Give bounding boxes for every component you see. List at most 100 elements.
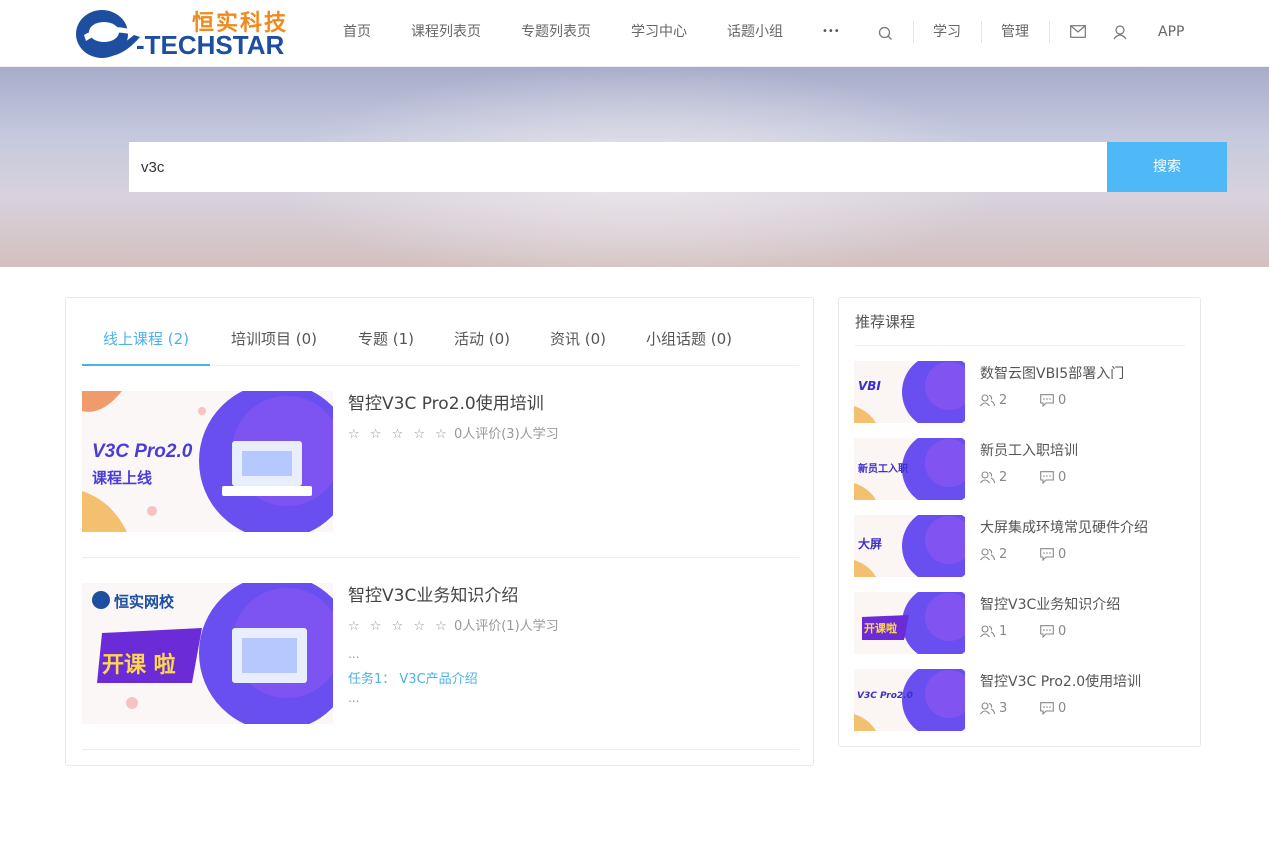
cover-title-text: V3C Pro2.0 [92,441,193,462]
comment-icon [1040,394,1054,408]
search-input[interactable] [129,142,1107,192]
recommended-course-thumbnail[interactable]: 开课啦 [854,592,965,654]
recommended-course-item[interactable]: 新员工入职 新员工入职培训 2 0 [854,438,1184,500]
review-count: 0人评价 [453,619,502,634]
recommended-course-thumbnail[interactable]: 大屏 [854,515,965,577]
users-icon [980,394,996,407]
nav-divider [981,21,982,43]
user-icon[interactable] [1113,25,1127,40]
course-item: 恒实网校 开课 啦 智控V3C业务知识介绍 ☆ ☆ ☆ ☆ ☆ 0人评价(1)人… [82,583,799,750]
student-count: 1 [980,624,1007,639]
student-count-value: 3 [999,701,1008,716]
site-logo[interactable]: 恒实科技 -TECHSTAR [74,5,300,61]
course-item: V3C Pro2.0 课程上线 智控V3C Pro2.0使用培训 ☆ ☆ ☆ ☆… [82,391,799,558]
course-title[interactable]: 智控V3C业务知识介绍 [348,581,518,606]
nav-divider [913,21,914,43]
nav-app-button[interactable]: APP [1158,0,1184,64]
student-count-value: 2 [999,470,1008,485]
student-count-value: 2 [999,547,1008,562]
recommended-course-item[interactable]: V3C Pro2.0 智控V3C Pro2.0使用培训 3 0 [854,669,1184,731]
student-count: 2 [980,393,1007,408]
task-link[interactable]: 任务1： V3C产品介绍 [348,668,478,687]
nav-divider [1049,21,1050,43]
comment-count: 0 [1040,393,1066,408]
tab-group-topics[interactable]: 小组话题 (0) [646,298,732,366]
learner-count: (3)人学习 [501,427,559,442]
excerpt-ellipsis: ... [348,691,360,705]
recommended-course-item[interactable]: 大屏 大屏集成环境常见硬件介绍 2 0 [854,515,1184,577]
search-button[interactable]: 搜索 [1107,142,1227,192]
cover-text: V3C Pro2.0 [857,691,913,701]
result-tabs: 线上课程 (2) 培训项目 (0) 专题 (1) 活动 (0) 资讯 (0) 小… [82,298,799,366]
recommended-course-item[interactable]: 开课啦 智控V3C业务知识介绍 1 0 [854,592,1184,654]
nav-more-button[interactable]: ••• [822,0,840,64]
cover-subtitle-text: 课程上线 [92,469,153,487]
comment-icon [1040,702,1054,716]
comment-count: 0 [1040,624,1066,639]
course-rating: ☆ ☆ ☆ ☆ ☆ 0人评价(3)人学习 [348,423,559,442]
course-thumbnail[interactable]: 恒实网校 开课 啦 [82,583,333,724]
rating-stars: ☆ ☆ ☆ ☆ ☆ [348,619,450,634]
search-icon[interactable] [878,26,893,41]
nav-home[interactable]: 首页 [343,0,371,64]
recommended-course-thumbnail[interactable]: VBI [854,361,965,423]
comment-count-value: 0 [1058,393,1067,408]
nav-topic-list[interactable]: 专题列表页 [521,0,591,64]
active-tab-indicator [82,364,210,366]
recommended-courses-panel: 推荐课程 VBI 数智云图VBI5部署入门 2 0 新员工入职 新员工入职培训 … [838,297,1201,747]
recommended-course-title[interactable]: 智控V3C Pro2.0使用培训 [980,671,1141,691]
comment-icon [1040,548,1054,562]
logo-e-icon [76,10,140,58]
comment-count: 0 [1040,547,1066,562]
cover-school-text: 恒实网校 [114,593,175,611]
comment-count: 0 [1040,470,1066,485]
mail-icon[interactable] [1070,25,1086,38]
tab-online-courses[interactable]: 线上课程 (2) [103,298,189,366]
recommended-course-item[interactable]: VBI 数智云图VBI5部署入门 2 0 [854,361,1184,423]
nav-topic-groups[interactable]: 话题小组 [727,0,783,64]
recommended-course-title[interactable]: 智控V3C业务知识介绍 [980,594,1120,614]
recommended-course-thumbnail[interactable]: V3C Pro2.0 [854,669,965,731]
student-count: 2 [980,547,1007,562]
student-count: 3 [980,701,1007,716]
course-title[interactable]: 智控V3C Pro2.0使用培训 [348,389,544,414]
cover-text: 新员工入职 [858,464,908,475]
student-count-value: 1 [999,624,1008,639]
users-icon [980,548,996,561]
tab-training-projects[interactable]: 培训项目 (0) [231,298,317,366]
cover-text: 大屏 [858,537,883,551]
comment-icon [1040,625,1054,639]
comment-icon [1040,471,1054,485]
recommended-course-title[interactable]: 大屏集成环境常见硬件介绍 [980,517,1148,537]
tab-news[interactable]: 资讯 (0) [550,298,606,366]
student-count: 2 [980,470,1007,485]
course-thumbnail[interactable]: V3C Pro2.0 课程上线 [82,391,333,532]
nav-study-button[interactable]: 学习 [933,0,961,64]
cover-text: 开课啦 [864,622,897,635]
course-rating: ☆ ☆ ☆ ☆ ☆ 0人评价(1)人学习 [348,615,559,634]
rating-stars: ☆ ☆ ☆ ☆ ☆ [348,427,450,442]
header: 恒实科技 -TECHSTAR 首页 课程列表页 专题列表页 学习中心 话题小组 … [0,0,1269,67]
nav-learning-center[interactable]: 学习中心 [631,0,687,64]
excerpt-ellipsis: ... [348,647,360,661]
review-count: 0人评价 [453,427,502,442]
cover-banner-text: 开课 啦 [102,653,176,678]
search-results-panel: 线上课程 (2) 培训项目 (0) 专题 (1) 活动 (0) 资讯 (0) 小… [65,297,814,766]
recommended-course-thumbnail[interactable]: 新员工入职 [854,438,965,500]
comment-count-value: 0 [1058,701,1067,716]
sidebar-title: 推荐课程 [855,298,1185,346]
tab-topics[interactable]: 专题 (1) [358,298,414,366]
users-icon [980,702,996,715]
users-icon [980,471,996,484]
recommended-course-title[interactable]: 数智云图VBI5部署入门 [980,363,1124,383]
student-count-value: 2 [999,393,1008,408]
recommended-course-title[interactable]: 新员工入职培训 [980,440,1078,460]
nav-manage-button[interactable]: 管理 [1001,0,1029,64]
comment-count-value: 0 [1058,547,1067,562]
learner-count: (1)人学习 [501,619,559,634]
logo-english-text: -TECHSTAR [136,30,285,60]
tab-activities[interactable]: 活动 (0) [454,298,510,366]
cover-text: VBI [858,379,881,393]
nav-course-list[interactable]: 课程列表页 [411,0,481,64]
comment-count-value: 0 [1058,470,1067,485]
